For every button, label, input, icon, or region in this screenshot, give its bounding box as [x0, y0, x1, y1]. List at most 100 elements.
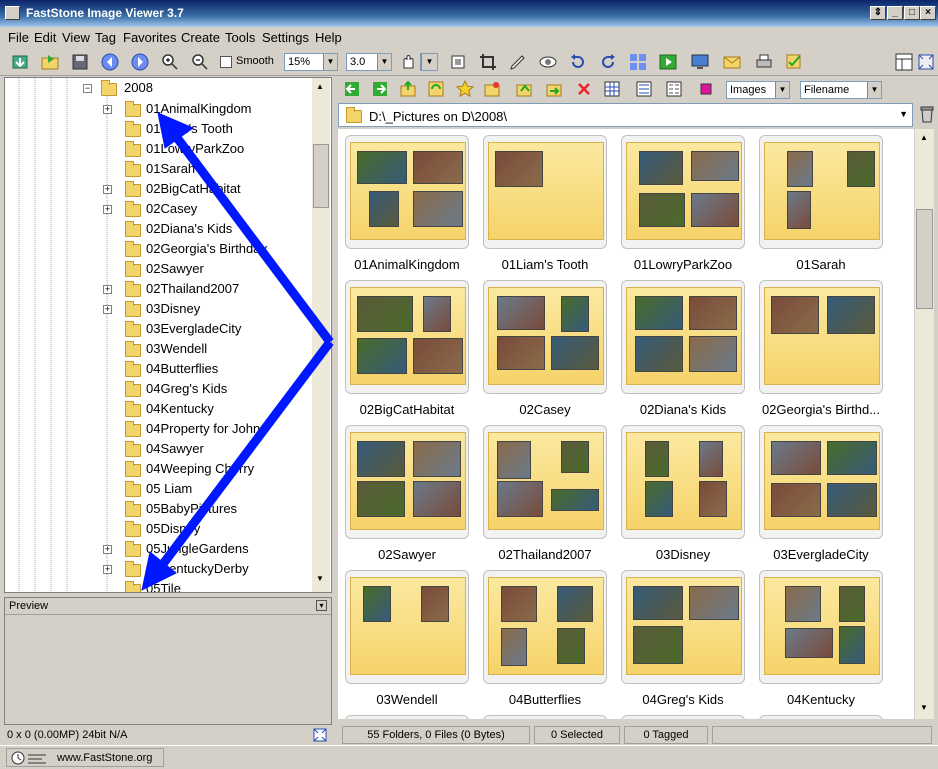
forward-arrow-icon[interactable] [372, 81, 388, 97]
compare-icon[interactable] [628, 52, 648, 72]
zoom-in-icon[interactable] [160, 52, 180, 72]
tree-item[interactable]: 01Liam's Tooth [146, 121, 233, 141]
email-icon[interactable] [722, 52, 742, 72]
zoom-select[interactable]: 15% ▼ [284, 53, 338, 71]
tree-item[interactable]: 05Tile [146, 581, 181, 592]
back-arrow-icon[interactable] [344, 81, 360, 97]
move-to-folder-icon[interactable] [546, 81, 562, 97]
tree-item[interactable]: 03EvergladeCity [146, 321, 241, 341]
tree-item[interactable]: 02Thailand2007 [146, 281, 239, 301]
tree-item[interactable]: 05 Liam [146, 481, 192, 501]
tree-item[interactable]: 02Diana's Kids [146, 221, 232, 241]
folder-thumbnail[interactable]: 02Georgia's Birthd... [752, 274, 890, 419]
collapse-2008-icon[interactable]: − [83, 84, 92, 93]
folder-thumbnail[interactable]: 01AnimalKingdom [338, 129, 476, 274]
expand-folder-icon[interactable]: + [103, 565, 112, 574]
favorite-star-icon[interactable] [456, 80, 474, 98]
tree-item[interactable]: 02Georgia's Birthday [146, 241, 267, 261]
menu-help[interactable]: Help [315, 30, 342, 45]
expand-folder-icon[interactable]: + [103, 545, 112, 554]
folder-thumbnail[interactable]: 02Sawyer [338, 419, 476, 564]
folder-thumbnail[interactable]: 04Butterflies [476, 564, 614, 709]
layout-browser-icon[interactable] [894, 52, 914, 72]
expand-folder-icon[interactable]: + [103, 305, 112, 314]
folder-thumbnail[interactable]: 02Diana's Kids [614, 274, 752, 419]
sort-select[interactable]: Filename ▼ [800, 81, 882, 99]
tree-item[interactable]: 02BigCatHabitat [146, 181, 241, 201]
thumbnail-scrollbar[interactable]: ▲ ▼ [915, 129, 934, 719]
tree-item[interactable]: 05KentuckyDerby [146, 561, 249, 581]
tree-item[interactable]: 04Weeping Cherry [146, 461, 254, 481]
smooth-checkbox[interactable] [220, 56, 232, 68]
crop-icon[interactable] [478, 52, 498, 72]
zoom-step-select[interactable]: 3.0 ▼ [346, 53, 392, 71]
browse-folder-icon[interactable] [40, 52, 60, 72]
rotate-right-icon[interactable] [598, 52, 618, 72]
menu-settings[interactable]: Settings [262, 30, 309, 45]
system-menu-icon[interactable] [5, 6, 20, 20]
website-link[interactable]: www.FastStone.org [57, 752, 152, 764]
next-icon[interactable] [130, 52, 150, 72]
hand-tool-icon[interactable] [398, 52, 422, 72]
save-icon[interactable] [70, 52, 90, 72]
scroll-down-icon[interactable]: ▼ [920, 703, 928, 712]
tree-item[interactable]: 02Casey [146, 201, 197, 221]
preview-collapse-icon[interactable]: ▾ [316, 600, 327, 611]
tree-item[interactable]: 04Kentucky [146, 401, 214, 421]
menu-tools[interactable]: Tools [225, 30, 255, 45]
settings-check-icon[interactable] [784, 52, 804, 72]
tree-item[interactable]: 04Greg's Kids [146, 381, 227, 401]
scroll-up-icon[interactable]: ▲ [316, 82, 324, 91]
close-button[interactable]: × [920, 6, 936, 20]
restore-arrows-icon[interactable]: ⇕ [870, 6, 886, 20]
tree-item[interactable]: 01LowryParkZoo [146, 141, 244, 161]
menu-edit[interactable]: Edit [34, 30, 56, 45]
folder-thumbnail[interactable]: 01Liam's Tooth [476, 129, 614, 274]
tree-item[interactable]: 05BabyPictures [146, 501, 237, 521]
folder-tree[interactable]: − 2008 +01AnimalKingdom 01Liam's Tooth 01L… [4, 77, 332, 593]
tree-item[interactable]: 04Sawyer [146, 441, 204, 461]
thumbnail-scroll-thumb[interactable] [916, 209, 933, 309]
copy-to-folder-icon[interactable] [516, 81, 532, 97]
refresh-icon[interactable] [428, 81, 444, 97]
previous-icon[interactable] [100, 52, 120, 72]
folder-thumbnail[interactable]: 02Thailand2007 [476, 419, 614, 564]
maximize-button[interactable]: □ [904, 6, 920, 20]
folder-thumbnail[interactable]: 01LowryParkZoo [614, 129, 752, 274]
hand-tool-dropdown[interactable]: ▼ [420, 53, 438, 71]
tree-item[interactable]: 05JungleGardens [146, 541, 249, 561]
tree-item[interactable]: 04Butterflies [146, 361, 218, 381]
draw-icon[interactable] [508, 52, 528, 72]
folder-thumbnail[interactable]: 04Kentucky [752, 564, 890, 709]
tree-item[interactable]: 02Sawyer [146, 261, 204, 281]
menu-view[interactable]: View [62, 30, 90, 45]
menu-tag[interactable]: Tag [95, 30, 116, 45]
scroll-down-icon[interactable]: ▼ [316, 574, 324, 583]
new-folder-icon[interactable] [484, 81, 500, 97]
delete-icon[interactable] [576, 81, 592, 97]
path-combobox[interactable]: D:\_Pictures on D\2008\ ▼ [338, 103, 913, 127]
zoom-out-icon[interactable] [190, 52, 210, 72]
open-icon[interactable] [10, 52, 30, 72]
scroll-up-icon[interactable]: ▲ [920, 133, 928, 142]
tree-scroll-thumb[interactable] [313, 144, 329, 208]
folder-thumbnail[interactable]: 04Greg's Kids [614, 564, 752, 709]
minimize-button[interactable]: _ [887, 6, 903, 20]
expand-folder-icon[interactable]: + [103, 185, 112, 194]
fit-window-icon[interactable] [312, 727, 328, 743]
expand-folder-icon[interactable]: + [103, 105, 112, 114]
tree-item[interactable]: 01Sarah [146, 161, 195, 181]
desktop-icon[interactable] [690, 52, 710, 72]
tree-item[interactable]: 03Wendell [146, 341, 207, 361]
folder-thumbnail[interactable]: 03Wendell [338, 564, 476, 709]
folder-thumbnail[interactable]: 01Sarah [752, 129, 890, 274]
menu-create[interactable]: Create [181, 30, 220, 45]
chevron-down-icon[interactable]: ▼ [899, 109, 908, 119]
details-view-icon[interactable] [666, 81, 682, 97]
fullscreen-icon[interactable] [916, 52, 936, 72]
menu-favorites[interactable]: Favorites [123, 30, 176, 45]
color-label-icon[interactable] [698, 81, 714, 97]
filter-select[interactable]: Images ▼ [726, 81, 790, 99]
folder-thumbnail[interactable]: 03EvergladeCity [752, 419, 890, 564]
tree-item[interactable]: 04Property for John [146, 421, 260, 441]
